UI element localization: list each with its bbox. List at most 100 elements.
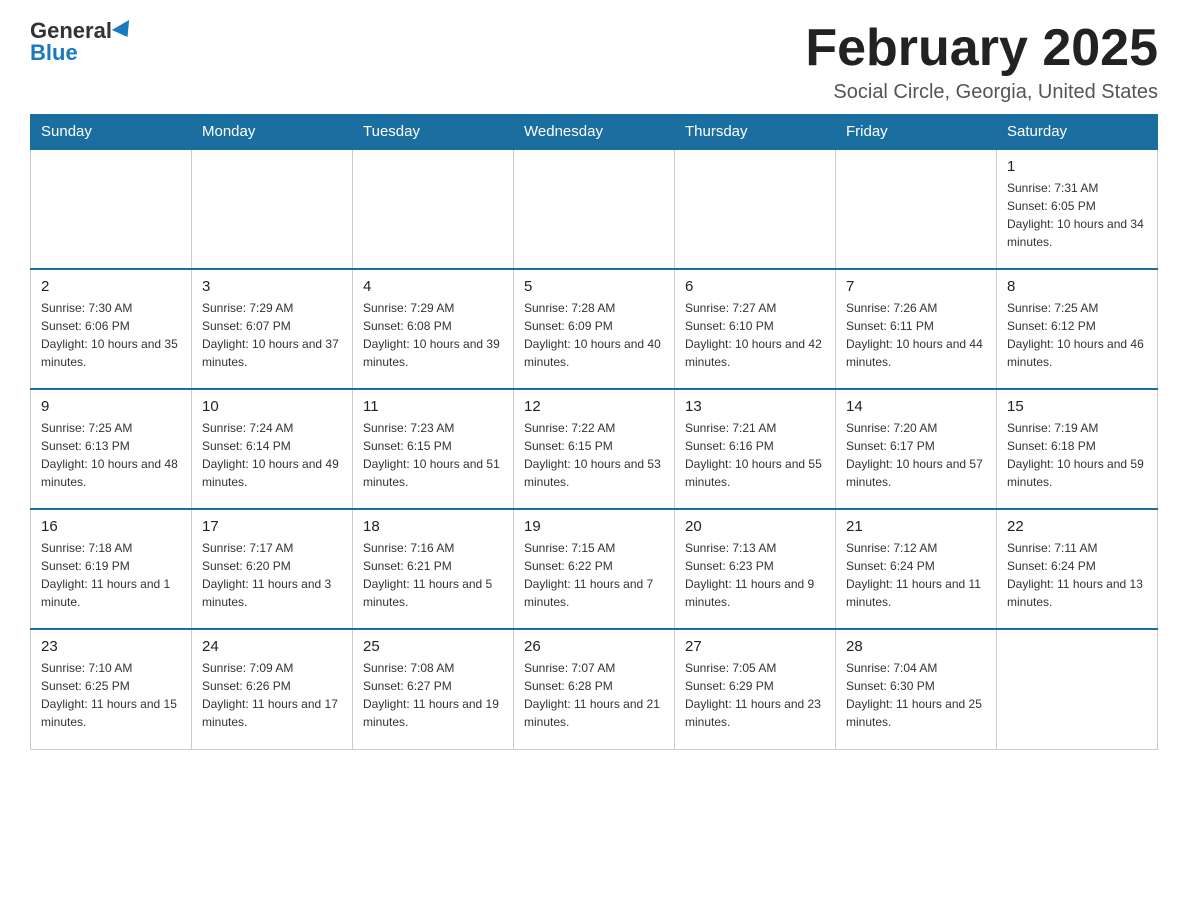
location-title: Social Circle, Georgia, United States (805, 81, 1158, 104)
sun-info: Sunrise: 7:29 AM Sunset: 6:07 PM Dayligh… (202, 299, 342, 371)
week-row-2: 2 Sunrise: 7:30 AM Sunset: 6:06 PM Daylig… (31, 269, 1158, 389)
calendar-cell: 12 Sunrise: 7:22 AM Sunset: 6:15 PM Dayli… (514, 389, 675, 509)
day-number: 5 (524, 278, 664, 295)
sun-info: Sunrise: 7:30 AM Sunset: 6:06 PM Dayligh… (41, 299, 181, 371)
sun-info: Sunrise: 7:31 AM Sunset: 6:05 PM Dayligh… (1007, 179, 1147, 251)
day-number: 7 (846, 278, 986, 295)
day-header-wednesday: Wednesday (514, 115, 675, 150)
day-number: 14 (846, 398, 986, 415)
week-row-4: 16 Sunrise: 7:18 AM Sunset: 6:19 PM Dayli… (31, 509, 1158, 629)
sun-info: Sunrise: 7:19 AM Sunset: 6:18 PM Dayligh… (1007, 419, 1147, 491)
calendar-cell: 26Sunrise: 7:07 AM Sunset: 6:28 PM Dayli… (514, 629, 675, 749)
sun-info: Sunrise: 7:18 AM Sunset: 6:19 PM Dayligh… (41, 539, 181, 611)
logo-general-text: General (30, 20, 112, 42)
sun-info: Sunrise: 7:16 AM Sunset: 6:21 PM Dayligh… (363, 539, 503, 611)
day-number: 16 (41, 518, 181, 535)
day-number: 6 (685, 278, 825, 295)
day-number: 12 (524, 398, 664, 415)
calendar-cell: 27 Sunrise: 7:05 AM Sunset: 6:29 PM Dayli… (675, 629, 836, 749)
sun-info: Sunrise: 7:05 AM Sunset: 6:29 PM Dayligh… (685, 659, 825, 731)
calendar-cell: 13Sunrise: 7:21 AM Sunset: 6:16 PM Dayli… (675, 389, 836, 509)
day-header-monday: Monday (192, 115, 353, 150)
day-number: 18 (363, 518, 503, 535)
calendar-cell: 10 Sunrise: 7:24 AM Sunset: 6:14 PM Dayli… (192, 389, 353, 509)
logo-triangle-icon (112, 20, 136, 42)
calendar-cell: 28 Sunrise: 7:04 AM Sunset: 6:30 PM Dayli… (836, 629, 997, 749)
calendar-cell: 3 Sunrise: 7:29 AM Sunset: 6:07 PM Daylig… (192, 269, 353, 389)
calendar-cell: 19 Sunrise: 7:15 AM Sunset: 6:22 PM Dayli… (514, 509, 675, 629)
day-number: 23 (41, 638, 181, 655)
calendar-cell: 23 Sunrise: 7:10 AM Sunset: 6:25 PM Dayli… (31, 629, 192, 749)
calendar-cell: 16 Sunrise: 7:18 AM Sunset: 6:19 PM Dayli… (31, 509, 192, 629)
day-number: 9 (41, 398, 181, 415)
day-number: 3 (202, 278, 342, 295)
sun-info: Sunrise: 7:29 AM Sunset: 6:08 PM Dayligh… (363, 299, 503, 371)
week-row-1: 1 Sunrise: 7:31 AM Sunset: 6:05 PM Daylig… (31, 149, 1158, 269)
day-header-saturday: Saturday (997, 115, 1158, 150)
day-number: 22 (1007, 518, 1147, 535)
sun-info: Sunrise: 7:22 AM Sunset: 6:15 PM Dayligh… (524, 419, 664, 491)
calendar-cell: 2 Sunrise: 7:30 AM Sunset: 6:06 PM Daylig… (31, 269, 192, 389)
title-section: February 2025 Social Circle, Georgia, Un… (805, 20, 1158, 104)
day-number: 26 (524, 638, 664, 655)
calendar-cell: 4 Sunrise: 7:29 AM Sunset: 6:08 PM Daylig… (353, 269, 514, 389)
sun-info: Sunrise: 7:24 AM Sunset: 6:14 PM Dayligh… (202, 419, 342, 491)
day-header-sunday: Sunday (31, 115, 192, 150)
day-number: 15 (1007, 398, 1147, 415)
sun-info: Sunrise: 7:11 AM Sunset: 6:24 PM Dayligh… (1007, 539, 1147, 611)
day-number: 19 (524, 518, 664, 535)
calendar-cell: 17 Sunrise: 7:17 AM Sunset: 6:20 PM Dayli… (192, 509, 353, 629)
sun-info: Sunrise: 7:10 AM Sunset: 6:25 PM Dayligh… (41, 659, 181, 731)
week-row-5: 23 Sunrise: 7:10 AM Sunset: 6:25 PM Dayli… (31, 629, 1158, 749)
day-number: 20 (685, 518, 825, 535)
day-number: 21 (846, 518, 986, 535)
calendar-cell (514, 149, 675, 269)
day-number: 10 (202, 398, 342, 415)
sun-info: Sunrise: 7:21 AM Sunset: 6:16 PM Dayligh… (685, 419, 825, 491)
calendar-table: SundayMondayTuesdayWednesdayThursdayFrid… (30, 114, 1158, 750)
sun-info: Sunrise: 7:13 AM Sunset: 6:23 PM Dayligh… (685, 539, 825, 611)
sun-info: Sunrise: 7:09 AM Sunset: 6:26 PM Dayligh… (202, 659, 342, 731)
sun-info: Sunrise: 7:12 AM Sunset: 6:24 PM Dayligh… (846, 539, 986, 611)
calendar-cell (31, 149, 192, 269)
calendar-cell: 6Sunrise: 7:27 AM Sunset: 6:10 PM Daylig… (675, 269, 836, 389)
day-number: 24 (202, 638, 342, 655)
logo-blue-text: Blue (30, 42, 78, 64)
calendar-cell (997, 629, 1158, 749)
calendar-cell: 11 Sunrise: 7:23 AM Sunset: 6:15 PM Dayli… (353, 389, 514, 509)
day-number: 1 (1007, 158, 1147, 175)
calendar-cell: 9 Sunrise: 7:25 AM Sunset: 6:13 PM Daylig… (31, 389, 192, 509)
day-number: 17 (202, 518, 342, 535)
calendar-cell: 1 Sunrise: 7:31 AM Sunset: 6:05 PM Daylig… (997, 149, 1158, 269)
sun-info: Sunrise: 7:20 AM Sunset: 6:17 PM Dayligh… (846, 419, 986, 491)
sun-info: Sunrise: 7:25 AM Sunset: 6:13 PM Dayligh… (41, 419, 181, 491)
day-number: 2 (41, 278, 181, 295)
calendar-cell: 14 Sunrise: 7:20 AM Sunset: 6:17 PM Dayli… (836, 389, 997, 509)
day-number: 8 (1007, 278, 1147, 295)
logo: General Blue (30, 20, 134, 64)
page-header: General Blue February 2025 Social Circle… (30, 20, 1158, 104)
calendar-header-row: SundayMondayTuesdayWednesdayThursdayFrid… (31, 115, 1158, 150)
calendar-cell: 20 Sunrise: 7:13 AM Sunset: 6:23 PM Dayli… (675, 509, 836, 629)
calendar-cell (836, 149, 997, 269)
sun-info: Sunrise: 7:15 AM Sunset: 6:22 PM Dayligh… (524, 539, 664, 611)
day-number: 27 (685, 638, 825, 655)
calendar-cell: 8Sunrise: 7:25 AM Sunset: 6:12 PM Daylig… (997, 269, 1158, 389)
calendar-cell: 21 Sunrise: 7:12 AM Sunset: 6:24 PM Dayli… (836, 509, 997, 629)
day-header-thursday: Thursday (675, 115, 836, 150)
day-number: 4 (363, 278, 503, 295)
day-header-friday: Friday (836, 115, 997, 150)
calendar-cell: 22 Sunrise: 7:11 AM Sunset: 6:24 PM Dayli… (997, 509, 1158, 629)
sun-info: Sunrise: 7:04 AM Sunset: 6:30 PM Dayligh… (846, 659, 986, 731)
day-number: 28 (846, 638, 986, 655)
calendar-cell: 25Sunrise: 7:08 AM Sunset: 6:27 PM Dayli… (353, 629, 514, 749)
calendar-cell: 24 Sunrise: 7:09 AM Sunset: 6:26 PM Dayli… (192, 629, 353, 749)
day-number: 11 (363, 398, 503, 415)
calendar-cell (192, 149, 353, 269)
calendar-cell (353, 149, 514, 269)
sun-info: Sunrise: 7:23 AM Sunset: 6:15 PM Dayligh… (363, 419, 503, 491)
calendar-cell (675, 149, 836, 269)
sun-info: Sunrise: 7:26 AM Sunset: 6:11 PM Dayligh… (846, 299, 986, 371)
day-number: 25 (363, 638, 503, 655)
sun-info: Sunrise: 7:17 AM Sunset: 6:20 PM Dayligh… (202, 539, 342, 611)
